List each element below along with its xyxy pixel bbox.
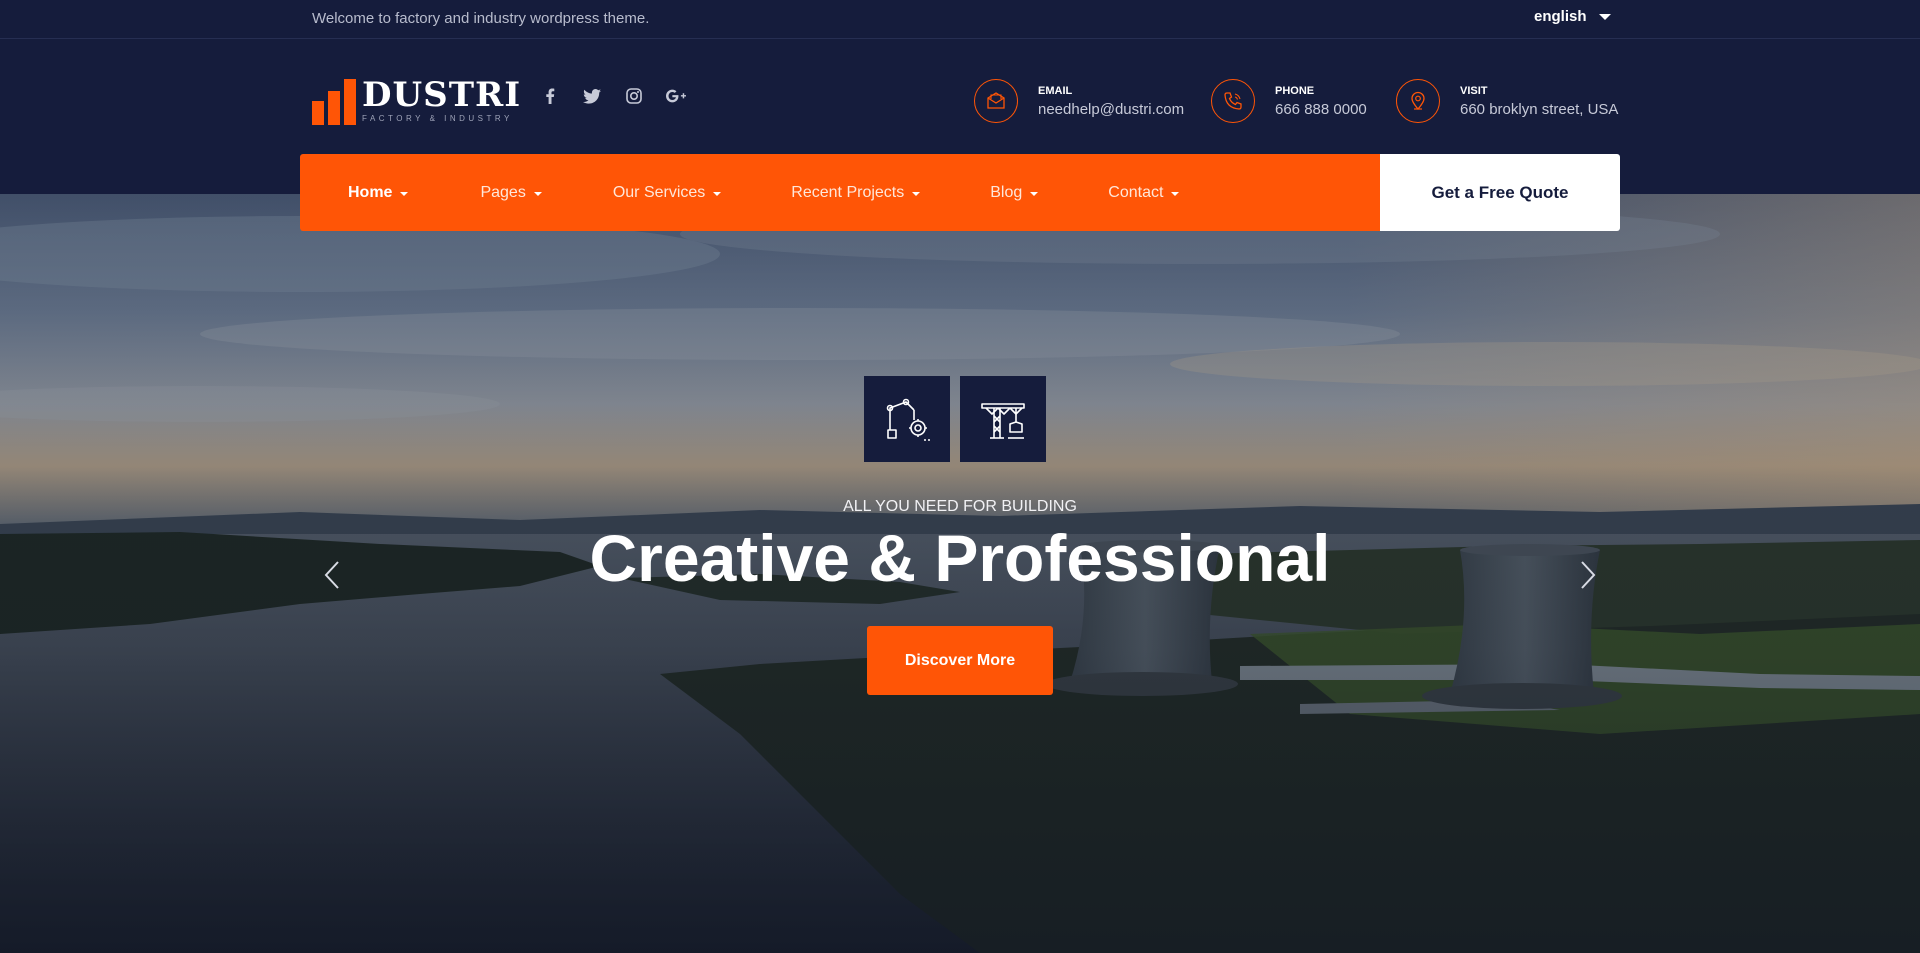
site-logo[interactable]: DUSTRI FACTORY & INDUSTRY — [312, 77, 521, 125]
visit-label: VISIT — [1460, 84, 1488, 97]
visit-value: 660 broklyn street, USA — [1460, 100, 1619, 118]
discover-more-button[interactable]: Discover More — [867, 626, 1053, 695]
chevron-left-icon[interactable] — [318, 558, 348, 592]
main-navigation: Home Pages Our Services Recent Projects … — [300, 154, 1620, 231]
contact-visit[interactable]: VISIT 660 broklyn street, USA — [1396, 79, 1618, 123]
map-pin-icon — [1396, 79, 1440, 123]
nav-menu: Home Pages Our Services Recent Projects … — [300, 154, 1380, 231]
email-value: needhelp@dustri.com — [1038, 100, 1185, 118]
nav-item-home[interactable]: Home — [348, 183, 409, 202]
phone-label: PHONE — [1275, 84, 1315, 97]
caret-down-icon — [1171, 192, 1180, 196]
nav-item-label: Home — [348, 183, 393, 201]
caret-down-icon — [912, 192, 921, 196]
language-selector[interactable]: english — [1534, 8, 1611, 25]
hero-eyebrow: ALL YOU NEED FOR BUILDING — [843, 498, 1077, 515]
social-links — [540, 86, 686, 106]
envelope-icon — [974, 79, 1018, 123]
nav-item-label: Blog — [990, 183, 1023, 201]
nav-item-label: Recent Projects — [791, 183, 905, 201]
nav-item-label: Our Services — [612, 183, 706, 201]
nav-item-pages[interactable]: Pages — [480, 183, 542, 202]
language-label: english — [1534, 8, 1587, 25]
hero-icon-group — [864, 376, 1046, 462]
email-label: EMAIL — [1038, 84, 1073, 97]
nav-item-label: Pages — [480, 183, 526, 201]
hero-title: Creative & Professional — [589, 521, 1331, 595]
top-bar: Welcome to factory and industry wordpres… — [0, 0, 1920, 39]
caret-down-icon — [1030, 192, 1039, 196]
crane-icon — [960, 376, 1046, 462]
logo-bars-icon — [312, 79, 356, 125]
robotic-arm-icon — [864, 376, 950, 462]
caret-down-icon — [533, 192, 542, 196]
twitter-icon[interactable] — [582, 86, 602, 106]
caret-down-icon — [400, 192, 409, 196]
contact-phone[interactable]: PHONE 666 888 0000 — [1211, 79, 1367, 123]
phone-value: 666 888 0000 — [1275, 100, 1367, 118]
phone-icon — [1211, 79, 1255, 123]
caret-down-icon — [713, 192, 722, 196]
nav-item-contact[interactable]: Contact — [1108, 183, 1180, 202]
caret-down-icon — [1598, 13, 1611, 20]
brand-name: DUSTRI — [362, 75, 522, 115]
instagram-icon[interactable] — [624, 86, 644, 106]
welcome-text: Welcome to factory and industry wordpres… — [312, 10, 650, 27]
get-quote-button[interactable]: Get a Free Quote — [1380, 154, 1620, 231]
nav-item-our-services[interactable]: Our Services — [612, 183, 722, 202]
chevron-right-icon[interactable] — [1572, 558, 1602, 592]
contact-email[interactable]: EMAIL needhelp@dustri.com — [974, 79, 1184, 123]
brand-tagline: FACTORY & INDUSTRY — [362, 114, 513, 123]
facebook-icon[interactable] — [540, 86, 560, 106]
google-plus-icon[interactable] — [666, 86, 686, 106]
nav-item-blog[interactable]: Blog — [990, 183, 1039, 202]
nav-item-label: Contact — [1108, 183, 1164, 201]
nav-item-recent-projects[interactable]: Recent Projects — [791, 183, 921, 202]
